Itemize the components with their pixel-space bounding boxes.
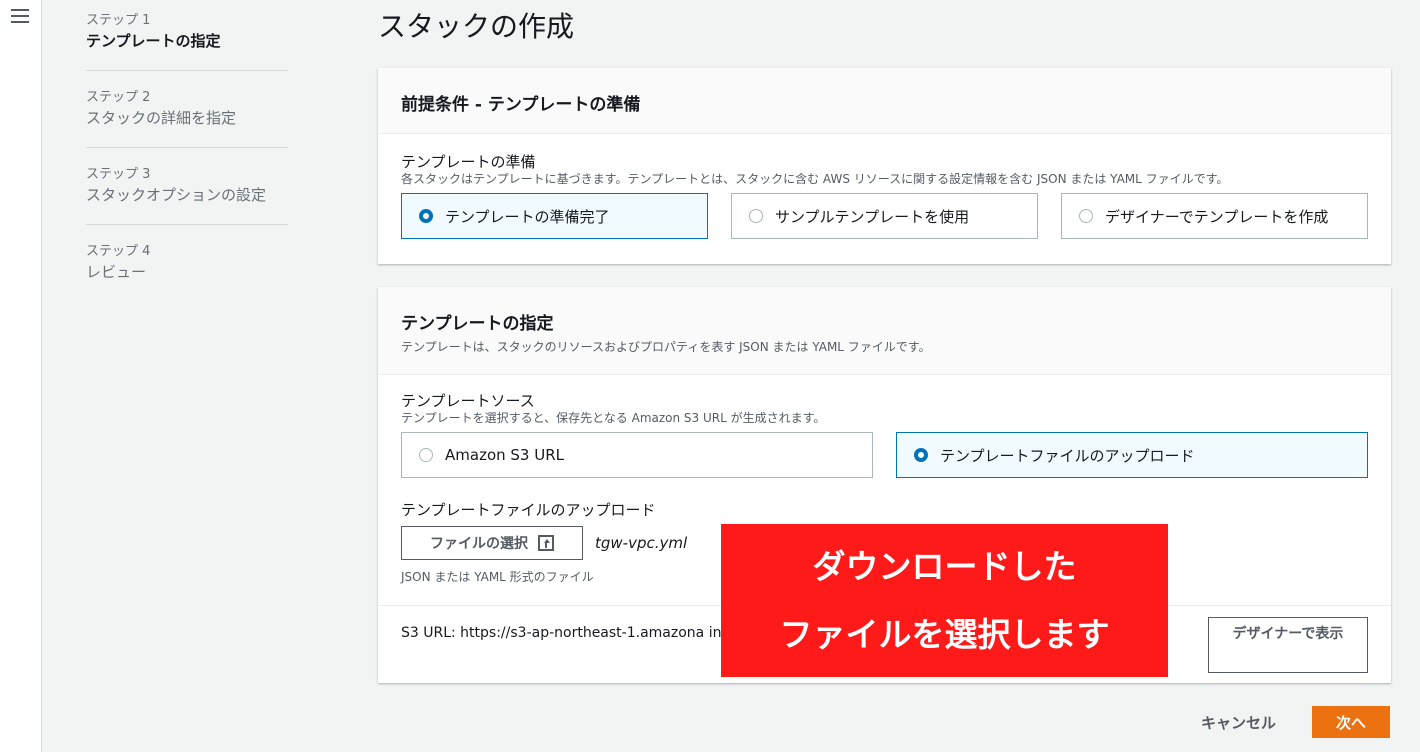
panel-title: テンプレートの指定	[401, 314, 554, 334]
view-in-designer-button[interactable]: デザイナーで表示	[1208, 617, 1368, 673]
radio-selected-icon	[419, 209, 433, 223]
callout-line-1: ダウンロードした	[812, 547, 1077, 586]
next-button[interactable]: 次へ	[1312, 706, 1390, 738]
step-title: スタックの詳細を指定	[86, 109, 237, 127]
step-title: レビュー	[86, 263, 147, 281]
radio-icon	[1079, 209, 1093, 223]
option-designer-template[interactable]: デザイナーでテンプレートを作成	[1061, 193, 1368, 239]
option-label: サンプルテンプレートを使用	[775, 207, 970, 226]
option-s3-url[interactable]: Amazon S3 URL	[401, 432, 873, 478]
step-1[interactable]: ステップ 1 テンプレートの指定	[86, 12, 288, 71]
field-label: テンプレートソース	[401, 392, 535, 410]
radio-selected-icon	[914, 448, 928, 462]
field-description: テンプレートを選択すると、保存先となる Amazon S3 URL が生成されま…	[401, 411, 826, 425]
callout-line-2: ファイルを選択します	[779, 615, 1110, 654]
menu-icon[interactable]	[11, 9, 29, 25]
step-4[interactable]: ステップ 4 レビュー	[86, 243, 288, 301]
panel-header: テンプレートの指定 テンプレートは、スタックのリソースおよびプロパティを表す J…	[378, 287, 1391, 375]
step-3[interactable]: ステップ 3 スタックオプションの設定	[86, 166, 288, 225]
panel-title: 前提条件 - テンプレートの準備	[401, 95, 641, 115]
radio-icon	[749, 209, 763, 223]
step-number: ステップ 2	[86, 90, 151, 105]
field-label: テンプレートの準備	[401, 153, 536, 171]
radio-icon	[419, 448, 433, 462]
option-upload-template[interactable]: テンプレートファイルのアップロード	[896, 432, 1368, 478]
wizard-steps: ステップ 1 テンプレートの指定 ステップ 2 スタックの詳細を指定 ステップ …	[86, 12, 288, 319]
step-2[interactable]: ステップ 2 スタックの詳細を指定	[86, 89, 288, 148]
field-description: 各スタックはテンプレートに基づきます。テンプレートとは、スタックに含む AWS …	[401, 172, 1229, 186]
left-nav-rail	[0, 0, 42, 752]
page-title: スタックの作成	[378, 10, 575, 43]
step-number: ステップ 4	[86, 244, 151, 259]
upload-icon	[538, 535, 554, 551]
option-sample-template[interactable]: サンプルテンプレートを使用	[731, 193, 1038, 239]
option-label: テンプレートファイルのアップロード	[940, 446, 1195, 465]
footer-actions: キャンセル 次へ	[1201, 706, 1390, 738]
panel-description: テンプレートは、スタックのリソースおよびプロパティを表す JSON または YA…	[401, 340, 931, 354]
step-number: ステップ 3	[86, 167, 151, 182]
cancel-button[interactable]: キャンセル	[1201, 712, 1276, 733]
option-label: デザイナーでテンプレートを作成	[1105, 207, 1329, 226]
step-title: スタックオプションの設定	[86, 186, 267, 204]
option-label: テンプレートの準備完了	[445, 207, 610, 226]
annotation-callout: ダウンロードした ファイルを選択します	[721, 524, 1168, 677]
panel-body: テンプレートの準備 各スタックはテンプレートに基づきます。テンプレートとは、スタ…	[378, 134, 1391, 239]
selected-file-name: tgw-vpc.yml	[595, 534, 688, 552]
template-source-options: Amazon S3 URL テンプレートファイルのアップロード	[401, 432, 1368, 478]
step-title: テンプレートの指定	[86, 32, 221, 50]
prerequisite-panel: 前提条件 - テンプレートの準備 テンプレートの準備 各スタックはテンプレートに…	[378, 68, 1391, 264]
panel-header: 前提条件 - テンプレートの準備	[378, 68, 1391, 134]
step-number: ステップ 1	[86, 13, 151, 28]
upload-field-label: テンプレートファイルのアップロード	[401, 501, 656, 519]
prepare-template-options: テンプレートの準備完了 サンプルテンプレートを使用 デザイナーでテンプレートを作…	[401, 193, 1368, 239]
choose-file-label: ファイルの選択	[430, 536, 528, 552]
option-label: Amazon S3 URL	[445, 446, 564, 464]
option-template-ready[interactable]: テンプレートの準備完了	[401, 193, 708, 239]
choose-file-button[interactable]: ファイルの選択	[401, 526, 583, 560]
